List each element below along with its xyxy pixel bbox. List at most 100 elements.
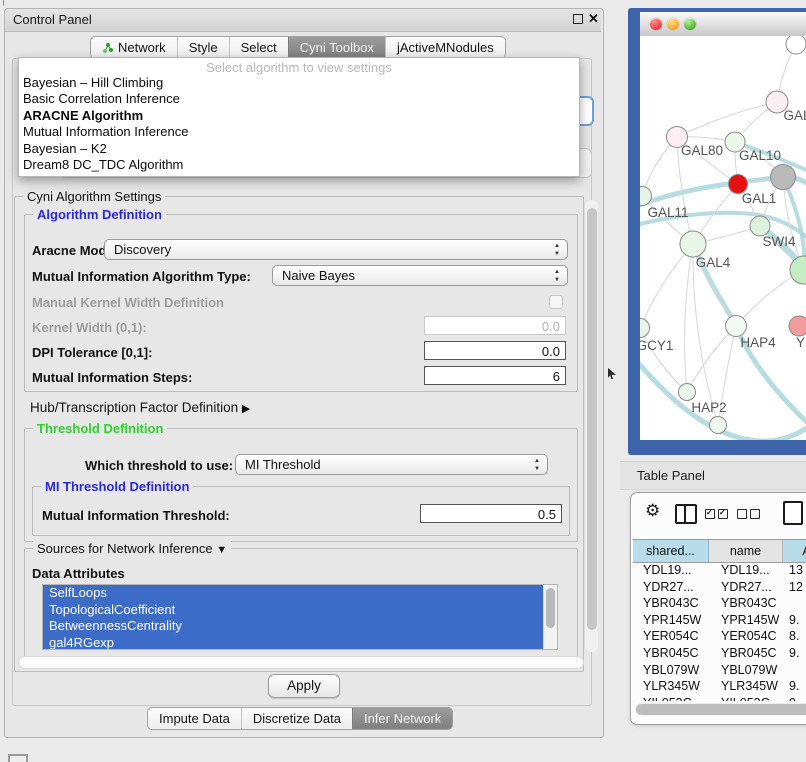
kernel-width-label: Kernel Width (0,1):: [32, 320, 147, 335]
table-row[interactable]: YBR045CYBR045C9.: [633, 645, 806, 662]
split-columns-icon[interactable]: [675, 504, 697, 524]
table-row[interactable]: YDR27...YDR27...12: [633, 579, 806, 596]
network-node-swi4[interactable]: [750, 216, 770, 236]
network-node[interactable]: [710, 417, 727, 434]
attribute-item-topologicalcoefficient[interactable]: TopologicalCoefficient: [43, 602, 544, 619]
top-edge-artifact: [3, 0, 4, 5]
manual-kernel-checkbox[interactable]: [549, 295, 563, 309]
data-attributes-list[interactable]: SelfLoopsTopologicalCoefficientBetweenne…: [42, 584, 558, 650]
network-window-titlebar[interactable]: [640, 12, 806, 37]
algorithm-option-bayesian-hill-climbing[interactable]: Bayesian – Hill Climbing: [19, 75, 579, 91]
settings-vertical-scrollbar[interactable]: [584, 200, 598, 652]
algorithm-option-mutual-information-inference[interactable]: Mutual Information Inference: [19, 124, 579, 140]
zoom-traffic-light[interactable]: [684, 18, 696, 30]
control-panel-titlebar: Control Panel: [5, 9, 601, 32]
settings-horizontal-scrollbar[interactable]: [18, 656, 584, 669]
tab-network[interactable]: Network: [91, 37, 177, 58]
mi-threshold-label: Mutual Information Threshold:: [42, 508, 230, 523]
table-cell: YBR045C: [709, 645, 783, 662]
minimize-traffic-light[interactable]: [667, 18, 679, 30]
attribute-item-betweennesscentrality[interactable]: BetweennessCentrality: [43, 618, 544, 635]
table-row[interactable]: YPR145WYPR145W9.: [633, 612, 806, 629]
mi-steps-field[interactable]: 6: [424, 366, 566, 385]
select-all-icon[interactable]: [705, 509, 728, 519]
algorithm-dropdown-popup: Select algorithm to view settings Bayesi…: [18, 57, 580, 177]
table-cell: YIL053C: [709, 695, 783, 701]
dock-mini-icon[interactable]: [8, 754, 28, 762]
column-header-name[interactable]: name: [709, 540, 783, 562]
network-node-gal4[interactable]: [680, 231, 706, 257]
table-panel-titlebar: Table Panel: [620, 461, 806, 490]
column-header-shared[interactable]: shared...: [633, 540, 709, 562]
tab-jactivemnodules[interactable]: jActiveMNodules: [385, 37, 505, 58]
network-graph[interactable]: GALGAL80GAL10GAL1GAL11SWI4GAL4GCY1HAP4YH…: [640, 36, 806, 440]
tab-infer-network[interactable]: Infer Network: [352, 708, 452, 729]
table-cell: YBR045C: [633, 645, 709, 662]
attribute-item-selfloops[interactable]: SelfLoops: [43, 585, 544, 602]
tab-cyni-toolbox[interactable]: Cyni Toolbox: [288, 37, 385, 58]
table-cell: 9.: [783, 678, 806, 695]
node-label-gal10: GAL10: [739, 148, 781, 163]
table-cell: YBR043C: [709, 595, 783, 612]
tab-discretize-data[interactable]: Discretize Data: [241, 708, 352, 729]
control-panel-title: Control Panel: [13, 9, 92, 31]
tab-style[interactable]: Style: [177, 37, 229, 58]
network-canvas[interactable]: GALGAL80GAL10GAL1GAL11SWI4GAL4GCY1HAP4YH…: [640, 36, 806, 440]
table-row[interactable]: YDL19...YDL19...13: [633, 562, 806, 579]
algorithm-dropdown-list: Bayesian – Hill ClimbingBasic Correlatio…: [19, 75, 579, 173]
network-node[interactable]: [786, 36, 806, 54]
settings-scrollbar-thumb[interactable]: [587, 208, 597, 630]
network-node-y[interactable]: [789, 316, 806, 336]
tab-select[interactable]: Select: [229, 37, 288, 58]
close-traffic-light[interactable]: [650, 18, 662, 30]
table-row[interactable]: YLR345WYLR345W9.: [633, 678, 806, 695]
which-threshold-select[interactable]: MI Threshold ▲▼: [235, 454, 548, 475]
spinner-arrows-icon: ▲▼: [554, 268, 560, 284]
column-header-a[interactable]: A: [783, 540, 806, 562]
network-edge: [677, 102, 777, 137]
table-cell: YER054C: [709, 628, 783, 645]
network-view-window[interactable]: GALGAL80GAL10GAL1GAL11SWI4GAL4GCY1HAP4YH…: [628, 8, 806, 455]
threshold-definition-legend: Threshold Definition: [33, 421, 167, 436]
table-hscroll-thumb[interactable]: [636, 704, 806, 715]
mi-threshold-field[interactable]: 0.5: [420, 504, 562, 523]
spinner-arrows-icon: ▲▼: [534, 457, 540, 473]
gear-icon[interactable]: ⚙: [645, 501, 660, 521]
tab-impute-data[interactable]: Impute Data: [148, 708, 241, 729]
deselect-all-icon[interactable]: [737, 509, 760, 519]
float-window-icon[interactable]: [573, 14, 583, 24]
table-row[interactable]: YBL079WYBL079W: [633, 662, 806, 679]
hub-tf-definition-toggle[interactable]: Hub/Transcription Factor Definition ▶: [30, 400, 250, 415]
table-row[interactable]: YBR043CYBR043C: [633, 595, 806, 612]
table-row[interactable]: YIL053CYIL053C9: [633, 695, 806, 701]
algorithm-definition-legend: Algorithm Definition: [33, 207, 166, 222]
network-node-gcy1[interactable]: [640, 319, 650, 338]
algorithm-option-basic-correlation-inference[interactable]: Basic Correlation Inference: [19, 91, 579, 107]
attribute-item-gal4rgexp[interactable]: gal4RGexp: [43, 635, 544, 651]
algorithm-option-bayesian-k2[interactable]: Bayesian – K2: [19, 141, 579, 157]
algorithm-option-aracne-algorithm[interactable]: ARACNE Algorithm: [19, 108, 579, 124]
table-row[interactable]: YER054CYER054C8.: [633, 628, 806, 645]
close-icon[interactable]: ✕: [588, 11, 599, 27]
network-node-hap4[interactable]: [726, 316, 747, 337]
aracne-mode-select[interactable]: Discovery ▲▼: [104, 239, 568, 260]
network-node[interactable]: [771, 165, 796, 190]
mi-type-select[interactable]: Naive Bayes ▲▼: [272, 265, 568, 286]
manual-kernel-label: Manual Kernel Width Definition: [32, 295, 224, 310]
network-node[interactable]: [790, 256, 806, 284]
node-label-y: Y: [796, 335, 805, 350]
algorithm-option-dream8-dc-tdc-algorithm[interactable]: Dream8 DC_TDC Algorithm: [19, 157, 579, 173]
table-cell: 8.: [783, 628, 806, 645]
network-node-hap2[interactable]: [679, 384, 696, 401]
dpi-tolerance-field[interactable]: 0.0: [424, 341, 566, 360]
list-scrollbar-thumb[interactable]: [546, 588, 555, 628]
kernel-width-field[interactable]: 0.0: [424, 316, 566, 335]
list-vertical-scrollbar[interactable]: [543, 585, 557, 649]
node-label-swi4: SWI4: [762, 234, 795, 249]
expanded-triangle-icon[interactable]: ▼: [216, 544, 227, 556]
apply-button[interactable]: Apply: [268, 674, 340, 698]
document-icon[interactable]: [783, 501, 803, 525]
tab-label: Select: [241, 40, 277, 55]
table-cell: 12: [783, 579, 806, 596]
table-horizontal-scrollbar[interactable]: [635, 703, 806, 716]
